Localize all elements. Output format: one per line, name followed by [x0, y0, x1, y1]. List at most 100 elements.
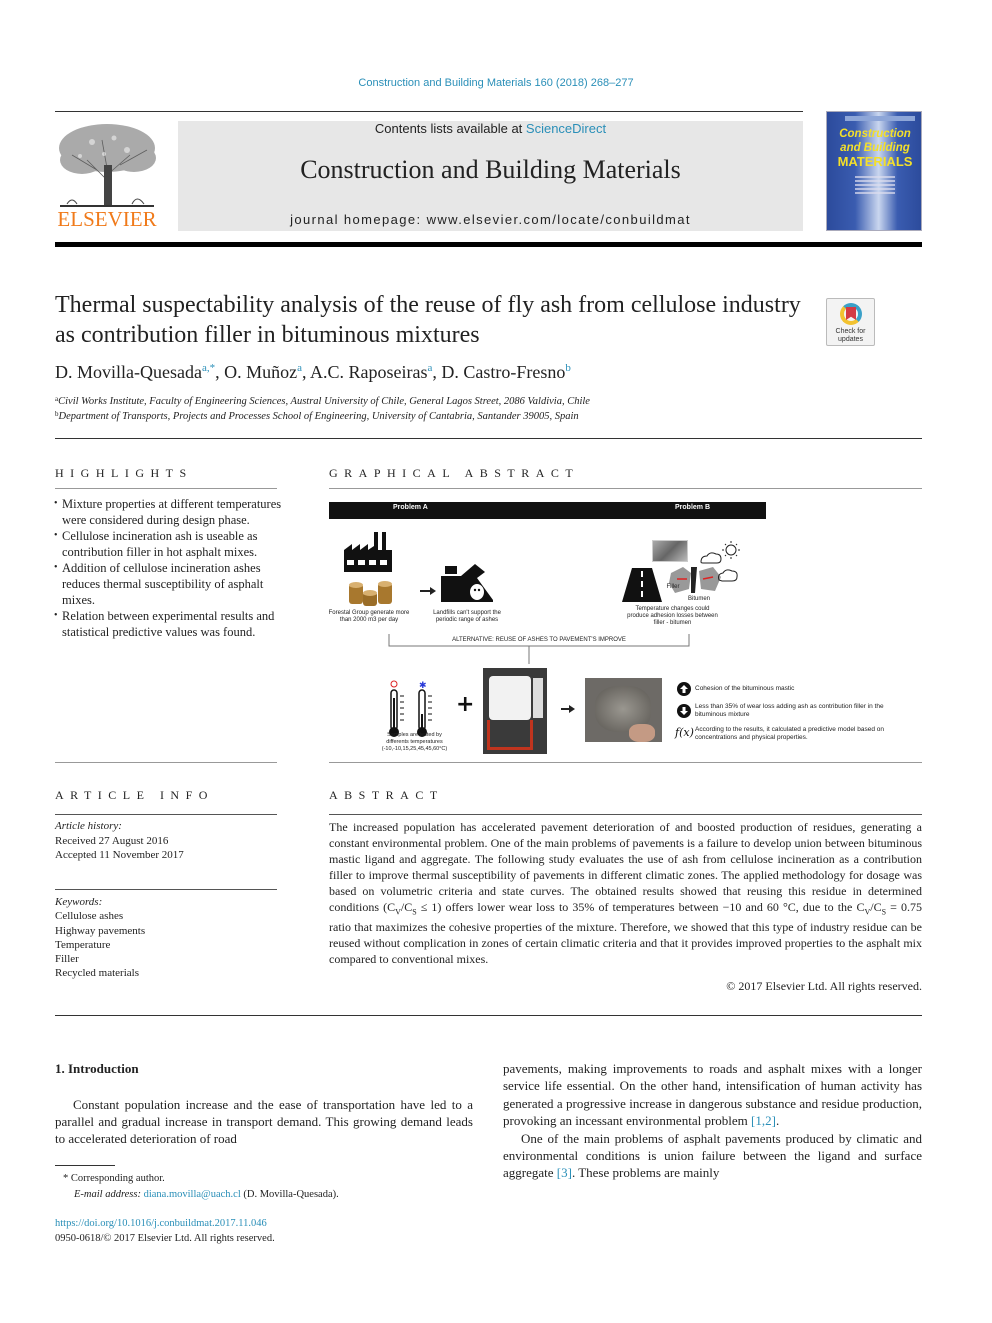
- arrow-right-icon: [561, 705, 575, 713]
- paragraph-text: . These problems are mainly: [571, 1165, 720, 1181]
- accepted-date: Accepted 11 November 2017: [55, 849, 184, 861]
- article-info-heading: ARTICLE INFO: [55, 788, 214, 802]
- abstract-part: /C: [870, 899, 882, 914]
- divider: [55, 1015, 922, 1016]
- author-name: A.C. Raposeiras: [310, 362, 428, 382]
- author-affiliation-link[interactable]: b: [565, 362, 571, 374]
- email-owner: (D. Movilla-Quesada).: [240, 1188, 339, 1200]
- journal-cover-thumbnail[interactable]: Construction and Building MATERIALS: [826, 111, 922, 231]
- wood-logs-icon: [349, 581, 392, 606]
- cover-title: Construction and Building MATERIALS: [830, 127, 920, 169]
- cover-header-bar: [845, 116, 915, 121]
- check-for-updates-button[interactable]: Check for updates: [826, 298, 875, 346]
- forestal-caption: Forestal Group generate more than 2000 m…: [328, 610, 410, 623]
- introduction-heading: 1. Introduction: [55, 1061, 139, 1076]
- author-affiliation-link[interactable]: a,*: [202, 362, 215, 374]
- citation-link[interactable]: [3]: [557, 1165, 572, 1180]
- email-link[interactable]: diana.movilla@uach.cl: [144, 1189, 241, 1200]
- abstract-text: The increased population has accelerated…: [329, 820, 922, 968]
- introduction-column-right: pavements, making improvements to roads …: [503, 1060, 922, 1182]
- highlights-heading: HIGHLIGHTS: [55, 466, 193, 480]
- article-title: Thermal suspectability analysis of the r…: [55, 292, 801, 348]
- bitumen-label: Bitumen: [687, 596, 710, 602]
- cover-title-line3: MATERIALS: [837, 154, 913, 169]
- divider: [55, 889, 277, 890]
- road-icon: [622, 568, 662, 602]
- divider: [329, 814, 922, 815]
- highlight-item: Mixture properties at different temperat…: [54, 496, 285, 528]
- introduction-paragraph: pavements, making improvements to roads …: [503, 1061, 922, 1129]
- cracked-pavement-photo: [652, 540, 688, 562]
- highlight-item: Cellulose incineration ash is useable as…: [54, 528, 285, 560]
- keyword: Filler: [55, 953, 79, 966]
- cover-subtitle-lines: [855, 174, 895, 196]
- footnote: * Corresponding author. E-mail address: …: [55, 1171, 475, 1202]
- alternative-label: ALTERNATIVE: REUSE OF ASHES TO PAVEMENT'…: [452, 637, 626, 643]
- divider: [55, 488, 277, 489]
- introduction-paragraph: One of the main problems of asphalt pave…: [503, 1130, 922, 1182]
- author-name: D. Castro-Fresno: [441, 362, 566, 382]
- doi-link[interactable]: https://doi.org/10.1016/j.conbuildmat.20…: [55, 1216, 275, 1231]
- elsevier-logo[interactable]: ELSEVIER: [52, 120, 162, 232]
- history-label: Article history:: [55, 820, 122, 832]
- problem-header-bar: Problem A Problem B: [329, 502, 766, 519]
- landfill-caption: Landfills can't support the periodic ran…: [433, 610, 501, 623]
- journal-reference-link[interactable]: Construction and Building Materials 160 …: [0, 77, 992, 89]
- author-name: O. Muñoz: [224, 362, 298, 382]
- journal-name: Construction and Building Materials: [300, 155, 681, 184]
- cover-title-line1: Construction: [839, 128, 911, 140]
- author-name: D. Movilla-Quesada: [55, 362, 202, 382]
- sciencedirect-link[interactable]: ScienceDirect: [526, 121, 606, 136]
- journal-homepage[interactable]: journal homepage: www.elsevier.com/locat…: [178, 212, 803, 227]
- arrow-down-circle-icon: [677, 704, 691, 718]
- keywords: Keywords: Cellulose ashes Highway paveme…: [55, 895, 277, 981]
- samples-caption: Samples are tested by differents tempera…: [381, 732, 448, 752]
- footnote-divider: [55, 1165, 115, 1166]
- problem-b-label: Problem B: [675, 504, 711, 511]
- filler-label: Filler: [666, 584, 680, 590]
- temperature-caption: Temperature changes could produce adhesi…: [627, 606, 718, 626]
- received-date: Received 27 August 2016: [55, 834, 169, 847]
- divider: [55, 814, 277, 815]
- doi-block: https://doi.org/10.1016/j.conbuildmat.20…: [55, 1216, 275, 1246]
- keyword: Temperature: [55, 938, 111, 951]
- divider: [55, 111, 803, 112]
- divider: [55, 438, 922, 439]
- author-affiliation-link[interactable]: a: [297, 362, 302, 374]
- problem-a-label: Problem A: [393, 504, 428, 511]
- elsevier-wordmark: ELSEVIER: [57, 207, 157, 231]
- keyword: Cellulose ashes: [55, 910, 124, 923]
- divider: [55, 762, 277, 763]
- author-affiliation-link[interactable]: a: [428, 362, 433, 374]
- result-note: Cohesion of the bituminous mastic: [695, 685, 795, 692]
- highlights-list: Mixture properties at different temperat…: [54, 496, 285, 640]
- los-angeles-machine-photo: [483, 668, 547, 754]
- citation-link[interactable]: [1,2]: [751, 1113, 776, 1128]
- header-thick-divider: [55, 242, 922, 247]
- elsevier-tree-icon: [59, 124, 156, 207]
- email-line: E-mail address: diana.movilla@uach.cl (D…: [55, 1187, 475, 1203]
- graphical-abstract-heading: GRAPHICAL ABSTRACT: [329, 466, 580, 480]
- highlight-item: Relation between experimental results an…: [54, 608, 285, 640]
- thermometers-icon: ✱: [389, 680, 432, 737]
- abstract-heading: ABSTRACT: [329, 788, 444, 802]
- keywords-label: Keywords:: [55, 896, 103, 908]
- abstract-part: ≤ 1) offers lower wear loss to 35% of te…: [416, 899, 865, 914]
- contents-prefix: Contents lists available at: [374, 121, 526, 136]
- contents-line: Contents lists available at ScienceDirec…: [178, 121, 803, 136]
- article-history: Article history: Received 27 August 2016…: [55, 819, 277, 863]
- abstract-part: /C: [400, 899, 413, 914]
- divider: [329, 488, 922, 489]
- crossmark-label: Check for updates: [835, 328, 866, 343]
- graphical-abstract-figure[interactable]: Problem A Problem B Forestal Group gener…: [329, 500, 922, 755]
- arrow-right-icon: [420, 587, 436, 595]
- result-note: According to the results, it calculated …: [695, 726, 884, 741]
- arrow-up-circle-icon: [677, 682, 691, 696]
- introduction-paragraph: Constant population increase and the eas…: [55, 1097, 473, 1146]
- email-label: E-mail address:: [74, 1188, 144, 1200]
- issn-line: 0950-0618/© 2017 Elsevier Ltd. All right…: [55, 1233, 275, 1244]
- paragraph-text: pavements, making improvements to roads …: [503, 1061, 922, 1129]
- author-list: D. Movilla-Quesadaa,*, O. Muñoza, A.C. R…: [55, 362, 571, 382]
- factory-icon: [344, 532, 392, 572]
- affiliation-text: Civil Works Institute, Faculty of Engine…: [58, 396, 590, 407]
